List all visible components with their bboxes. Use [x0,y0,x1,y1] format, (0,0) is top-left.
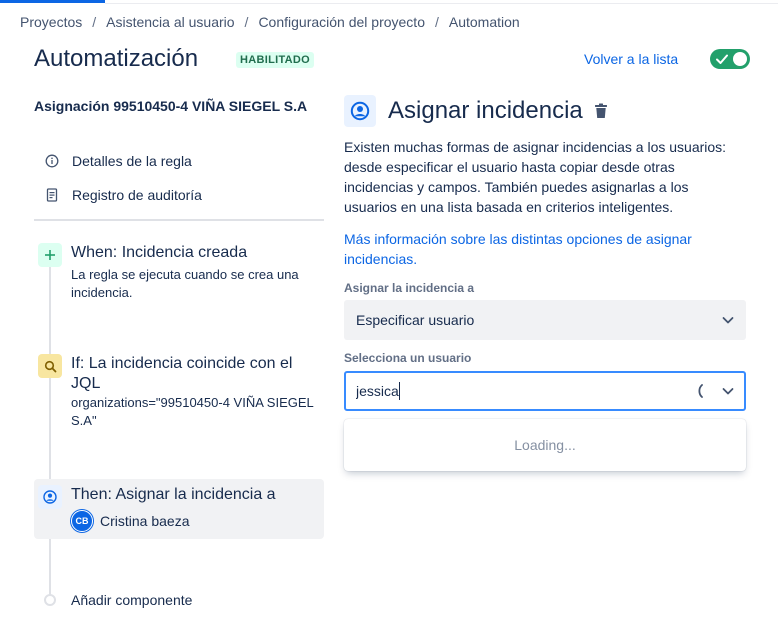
user-circle-icon [344,95,376,127]
breadcrumb: Proyectos / Asistencia al usuario / Configur… [20,14,520,30]
add-component-button[interactable]: Añadir componente [44,592,192,608]
step-title: When: Incidencia creada [71,244,248,261]
sidebar-item-label: Detalles de la regla [72,153,192,169]
loading-text: Loading... [514,437,576,453]
step-description: organizations="99510450-4 VIÑA SIEGEL S.… [71,395,314,428]
rule-step-action[interactable]: Then: Asignar la incidencia a CB Cristin… [34,479,324,539]
text-caret [399,382,400,400]
rule-step-condition[interactable]: If: La incidencia coincide con el JQL or… [34,348,324,436]
user-circle-icon [38,485,62,509]
breadcrumb-separator: / [92,14,97,30]
breadcrumb-projects[interactable]: Proyectos [20,14,82,30]
loading-spinner-icon [698,384,703,398]
info-icon [44,153,60,169]
breadcrumb-service-desk[interactable]: Asistencia al usuario [106,14,234,30]
assign-type-value: Especificar usuario [356,312,475,328]
step-description: La regla se ejecuta cuando se crea una i… [71,267,299,300]
more-info-link[interactable]: Más información sobre las distintas opci… [344,229,744,269]
audit-log-icon [44,187,60,203]
add-component-dot-icon [44,594,56,606]
assign-type-select[interactable]: Especificar usuario [344,300,746,340]
breadcrumb-separator: / [244,14,249,30]
user-field-label: Selecciona un usuario [344,351,472,365]
status-badge: HABILITADO [236,52,315,68]
detail-description: Existen muchas formas de asignar inciden… [344,139,727,215]
trash-icon[interactable] [592,102,610,120]
rule-name: Asignación 99510450-4 VIÑA SIEGEL S.A [34,98,308,114]
back-to-list-link[interactable]: Volver a la lista [584,51,678,67]
assignee-name: Cristina baeza [100,513,190,529]
chevron-down-icon [722,317,734,324]
search-icon [38,354,62,378]
sidebar-divider [34,219,324,221]
rule-step-trigger[interactable]: When: Incidencia creada La regla se ejec… [34,237,324,308]
breadcrumb-automation[interactable]: Automation [449,14,520,30]
sidebar-item-rule-details[interactable]: Detalles de la regla [34,149,192,173]
sidebar-item-audit-log[interactable]: Registro de auditoría [34,183,202,207]
toggle-knob [733,52,747,66]
user-picker[interactable] [344,371,746,411]
sidebar-item-label: Registro de auditoría [72,187,202,203]
user-dropdown-menu: Loading... [344,419,746,471]
plus-icon [38,243,62,267]
step-title: If: La incidencia coincide con el JQL [71,355,293,392]
add-component-label: Añadir componente [71,592,193,608]
step-title: Then: Asignar la incidencia a [71,486,276,503]
breadcrumb-separator: / [434,14,439,30]
chevron-down-icon[interactable] [720,383,736,399]
assign-field-label: Asignar la incidencia a [344,281,475,295]
detail-title: Asignar incidencia [388,97,583,124]
rule-enabled-toggle[interactable] [710,49,750,69]
check-icon [716,54,728,64]
page-title: Automatización [34,45,199,72]
user-search-input[interactable] [356,382,676,400]
top-progress-bar [0,0,778,5]
breadcrumb-project-settings[interactable]: Configuración del proyecto [258,14,425,30]
avatar: CB [71,510,93,532]
assignee: CB Cristina baeza [71,510,320,532]
